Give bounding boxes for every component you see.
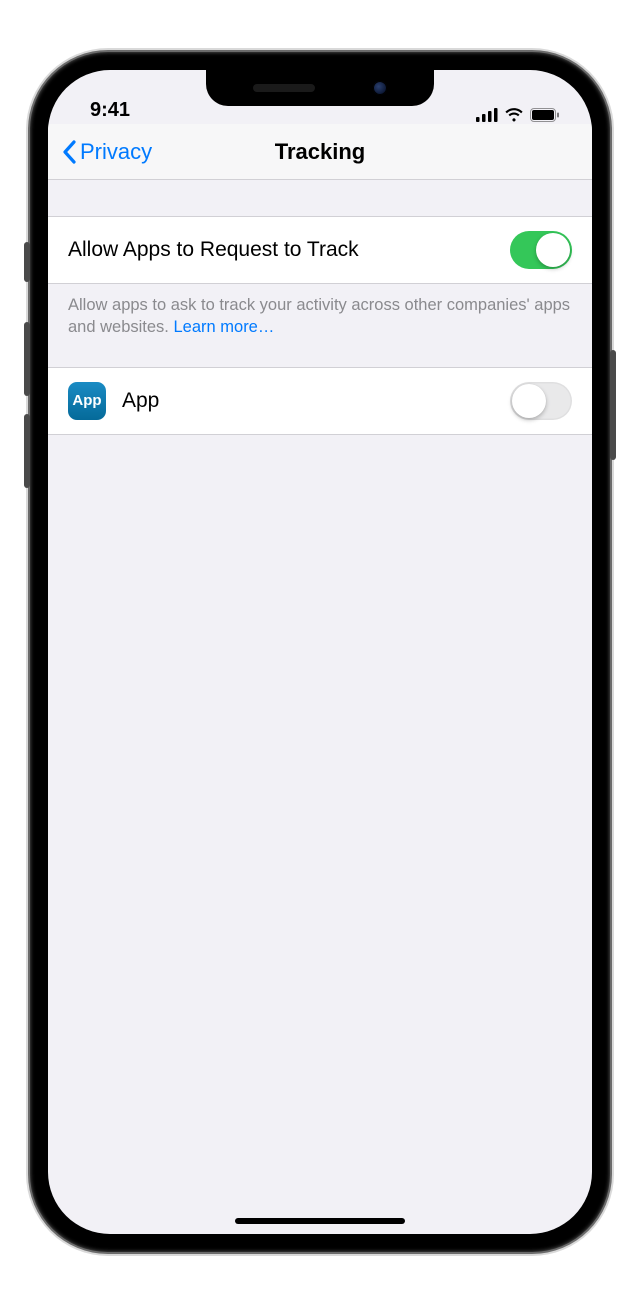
chevron-left-icon: [62, 140, 76, 164]
allow-tracking-label: Allow Apps to Request to Track: [68, 238, 359, 262]
volume-down-button: [24, 414, 30, 488]
front-camera: [373, 81, 387, 95]
status-time: 9:41: [90, 99, 130, 122]
switch-knob: [512, 384, 546, 418]
home-indicator[interactable]: [235, 1218, 405, 1224]
allow-tracking-row: Allow Apps to Request to Track: [48, 216, 592, 284]
notch: [206, 70, 434, 106]
speaker: [253, 84, 315, 92]
app-tracking-switch[interactable]: [510, 382, 572, 420]
app-name: App: [122, 389, 159, 413]
learn-more-link[interactable]: Learn more…: [173, 318, 274, 336]
content: Allow Apps to Request to Track Allow app…: [48, 180, 592, 435]
mute-switch: [24, 242, 30, 282]
volume-up-button: [24, 322, 30, 396]
back-label: Privacy: [80, 139, 152, 165]
footer-text: Allow apps to ask to track your activity…: [68, 296, 570, 336]
cellular-icon: [476, 108, 498, 122]
screen: 9:41 Privacy Tracking Allow Apps to Requ…: [48, 70, 592, 1234]
allow-tracking-switch[interactable]: [510, 231, 572, 269]
battery-icon: [530, 108, 560, 122]
phone-frame: 9:41 Privacy Tracking Allow Apps to Requ…: [30, 52, 610, 1252]
app-icon: App: [68, 382, 106, 420]
switch-knob: [536, 233, 570, 267]
wifi-icon: [504, 108, 524, 122]
side-button: [610, 350, 616, 460]
app-row: App App: [48, 367, 592, 435]
back-button[interactable]: Privacy: [62, 139, 152, 165]
nav-bar: Privacy Tracking: [48, 124, 592, 180]
allow-tracking-footer: Allow apps to ask to track your activity…: [48, 284, 592, 367]
